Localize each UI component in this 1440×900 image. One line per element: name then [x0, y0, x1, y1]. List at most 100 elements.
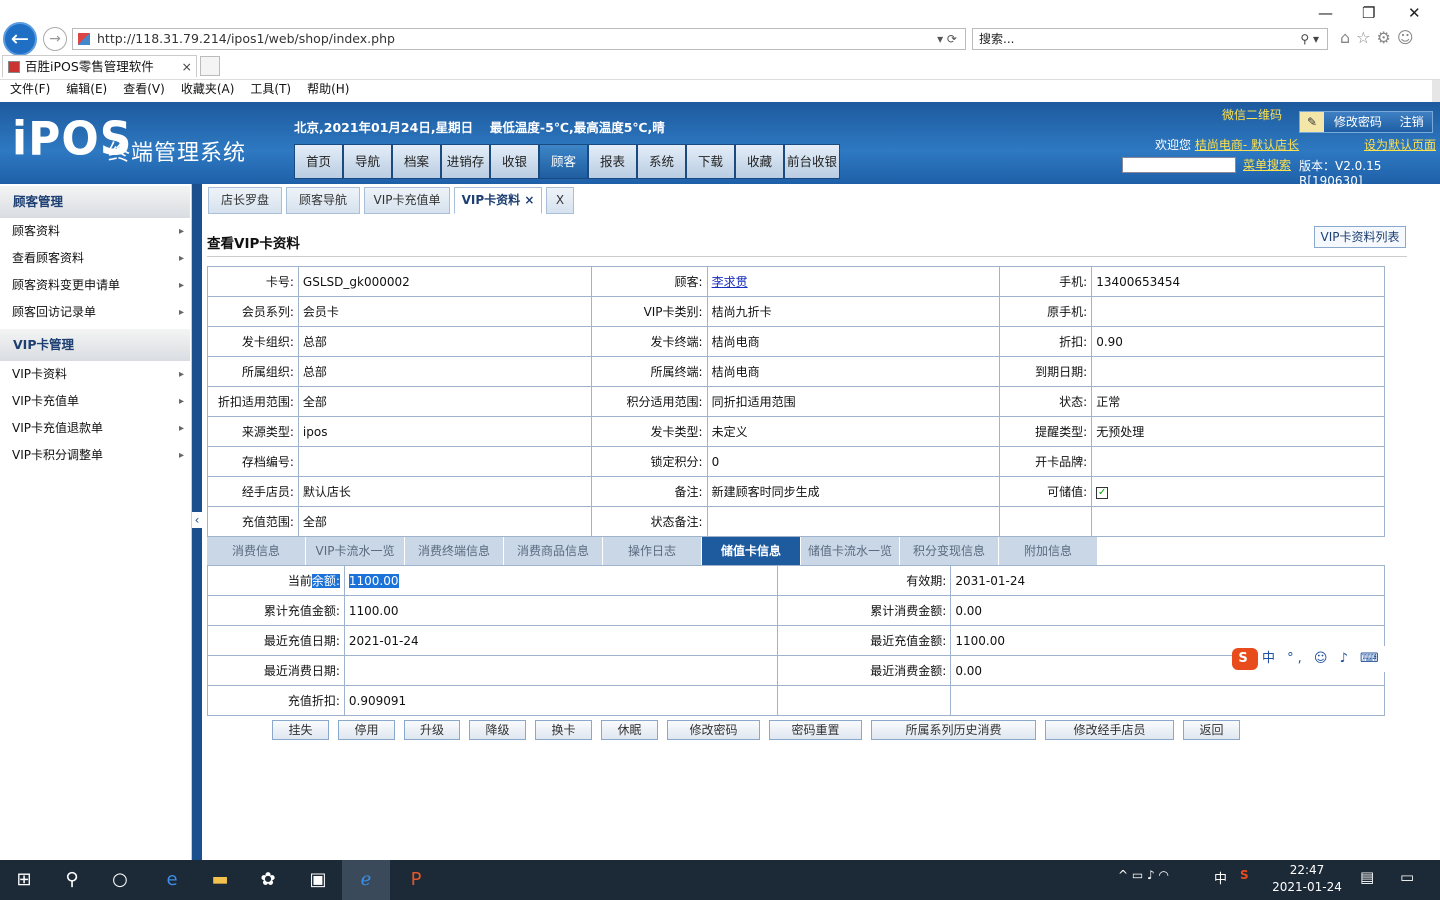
field-value — [706, 506, 1001, 537]
nav-guide[interactable]: 导航 — [343, 144, 392, 179]
series-history-button[interactable]: 所属系列历史消费 — [871, 720, 1036, 740]
change-clerk-button[interactable]: 修改经手店员 — [1045, 720, 1174, 740]
change-card-password-button[interactable]: 修改密码 — [667, 720, 760, 740]
customer-link[interactable]: 李求贯 — [712, 275, 748, 289]
ime-toolbar[interactable]: S 中 °, ☺ ♪ ⌨ — [1232, 646, 1440, 672]
info-tab-stored-value[interactable]: 储值卡信息 — [702, 537, 801, 565]
nav-download[interactable]: 下载 — [686, 144, 735, 179]
menu-favorites[interactable]: 收藏夹(A) — [181, 80, 235, 98]
disable-button[interactable]: 停用 — [338, 720, 395, 740]
desktop-icon[interactable]: ▤ — [1360, 868, 1374, 886]
tab-vip-recharge[interactable]: VIP卡充值单 — [364, 187, 450, 214]
minimize-icon[interactable]: — — [1318, 4, 1333, 22]
field-label: 最近消费金额: — [776, 655, 952, 686]
nav-archive[interactable]: 档案 — [392, 144, 441, 179]
info-tab-vip-flow[interactable]: VIP卡流水一览 — [306, 537, 405, 565]
menu-search-input[interactable] — [1122, 157, 1236, 173]
clock[interactable]: 22:47 2021-01-24 — [1272, 862, 1342, 896]
sogou-tray-icon[interactable]: S — [1240, 868, 1249, 882]
dormant-button[interactable]: 休眠 — [601, 720, 658, 740]
sidebar-item-vip-recharge[interactable]: VIP卡充值单 — [0, 388, 190, 415]
cortana-icon[interactable]: ○ — [96, 860, 144, 900]
nav-inventory[interactable]: 进销存 — [441, 144, 490, 179]
forward-arrow-icon[interactable]: → — [43, 27, 67, 51]
field-label: 发卡组织: — [207, 326, 299, 357]
reset-password-button[interactable]: 密码重置 — [769, 720, 862, 740]
sidebar-section-vip[interactable]: VIP卡管理 — [0, 329, 190, 361]
sidebar-item-customer-info[interactable]: 顾客资料 — [0, 218, 190, 245]
vip-list-button[interactable]: VIP卡资料列表 — [1314, 226, 1406, 248]
search-icon[interactable]: ⚲ ▾ — [1300, 29, 1319, 49]
back-arrow-icon[interactable]: ← — [3, 22, 37, 56]
sidebar-item-visit-record[interactable]: 顾客回访记录单 — [0, 299, 190, 326]
search-input[interactable]: 搜索... ⚲ ▾ — [972, 28, 1328, 50]
menu-view[interactable]: 查看(V) — [123, 80, 165, 98]
new-tab-button[interactable] — [200, 56, 220, 76]
wechat-qr-link[interactable]: 微信二维码 — [1222, 106, 1282, 123]
menu-tools[interactable]: 工具(T) — [250, 80, 291, 98]
powerpoint-icon[interactable]: P — [392, 860, 440, 900]
field-label: 来源类型: — [207, 416, 299, 447]
downgrade-button[interactable]: 降级 — [469, 720, 526, 740]
nav-favorites[interactable]: 收藏 — [735, 144, 784, 179]
stored-value-checkbox[interactable]: ✓ — [1096, 487, 1109, 499]
nav-front-cashier[interactable]: 前台收银 — [784, 144, 840, 179]
sidebar-item-vip-points[interactable]: VIP卡积分调整单 — [0, 442, 190, 469]
notification-icon[interactable]: ▭ — [1400, 868, 1414, 886]
change-password-button[interactable]: 修改密码 — [1334, 115, 1382, 129]
table-row: 卡号: GSLSD_gk000002 顾客: 李求贯 手机: 13400653454 — [207, 266, 1385, 297]
menu-help[interactable]: 帮助(H) — [307, 80, 349, 98]
tray-language[interactable]: 中 — [1214, 868, 1227, 887]
tray-icons[interactable]: ^ ▭ ♪ ◠ — [1118, 868, 1169, 882]
address-bar[interactable]: http://118.31.79.214/ipos1/web/shop/inde… — [72, 28, 966, 50]
browser-tab[interactable]: 百胜iPOS零售管理软件 × — [2, 55, 197, 77]
sidebar-section-customer[interactable]: 顾客管理 — [0, 186, 190, 218]
tab-vip-info[interactable]: VIP卡资料 × — [454, 187, 542, 214]
nav-reports[interactable]: 报表 — [588, 144, 637, 179]
info-tab-goods[interactable]: 消费商品信息 — [504, 537, 603, 565]
edge-icon[interactable]: e — [148, 860, 196, 900]
tab-customer-nav[interactable]: 顾客导航 — [286, 187, 360, 214]
info-tab-stored-flow[interactable]: 储值卡流水一览 — [801, 537, 900, 565]
tab-manager-compass[interactable]: 店长罗盘 — [208, 187, 282, 214]
info-tab-extra[interactable]: 附加信息 — [999, 537, 1098, 565]
windows-start-icon[interactable]: ⊞ — [0, 860, 48, 900]
menu-search-link[interactable]: 菜单搜索 — [1243, 156, 1291, 173]
app-icon[interactable]: ✿ — [244, 860, 292, 900]
sidebar-item-vip-info[interactable]: VIP卡资料 — [0, 361, 190, 388]
sidebar-splitter[interactable]: ‹ — [192, 184, 202, 860]
menu-file[interactable]: 文件(F) — [10, 80, 50, 98]
replace-card-button[interactable]: 换卡 — [535, 720, 592, 740]
upgrade-button[interactable]: 升级 — [404, 720, 460, 740]
nav-cashier[interactable]: 收银 — [490, 144, 539, 179]
system-name: 终端管理系统 — [108, 141, 247, 166]
close-icon[interactable]: ✕ — [1408, 4, 1421, 22]
nav-home[interactable]: 首页 — [294, 144, 343, 179]
info-tab-oplog[interactable]: 操作日志 — [603, 537, 702, 565]
restore-icon[interactable]: ❐ — [1362, 4, 1375, 22]
nav-customer[interactable]: 顾客 — [539, 144, 588, 179]
set-default-link[interactable]: 设为默认页面 — [1364, 136, 1436, 153]
sidebar-item-change-request[interactable]: 顾客资料变更申请单 — [0, 272, 190, 299]
nav-system[interactable]: 系统 — [637, 144, 686, 179]
return-button[interactable]: 返回 — [1183, 720, 1240, 740]
tab-close-icon[interactable]: × — [182, 56, 192, 78]
camera-icon[interactable]: ▣ — [294, 860, 342, 900]
info-tab-points[interactable]: 积分变现信息 — [900, 537, 999, 565]
toolbar-icons[interactable]: ⌂☆⚙☺ — [1340, 28, 1436, 50]
sidebar-item-view-customer[interactable]: 查看顾客资料 — [0, 245, 190, 272]
collapse-arrow-icon[interactable]: ‹ — [192, 512, 202, 528]
tab-close-all[interactable]: X — [546, 187, 574, 214]
info-tab-consumption[interactable]: 消费信息 — [207, 537, 306, 565]
logout-button[interactable]: 注销 — [1400, 115, 1424, 129]
info-tab-terminal[interactable]: 消费终端信息 — [405, 537, 504, 565]
sidebar-item-vip-refund[interactable]: VIP卡充值退款单 — [0, 415, 190, 442]
menu-edit[interactable]: 编辑(E) — [66, 80, 107, 98]
ie-icon[interactable]: ℯ — [342, 860, 390, 900]
user-link[interactable]: 桔尚电商- 默认店长 — [1195, 138, 1299, 152]
report-loss-button[interactable]: 挂失 — [272, 720, 329, 740]
refresh-icon[interactable]: ▾ ⟳ — [937, 29, 957, 49]
file-explorer-icon[interactable]: ▬ — [196, 860, 244, 900]
search-taskbar-icon[interactable]: ⚲ — [48, 860, 96, 900]
field-value: 总部 — [297, 326, 592, 357]
